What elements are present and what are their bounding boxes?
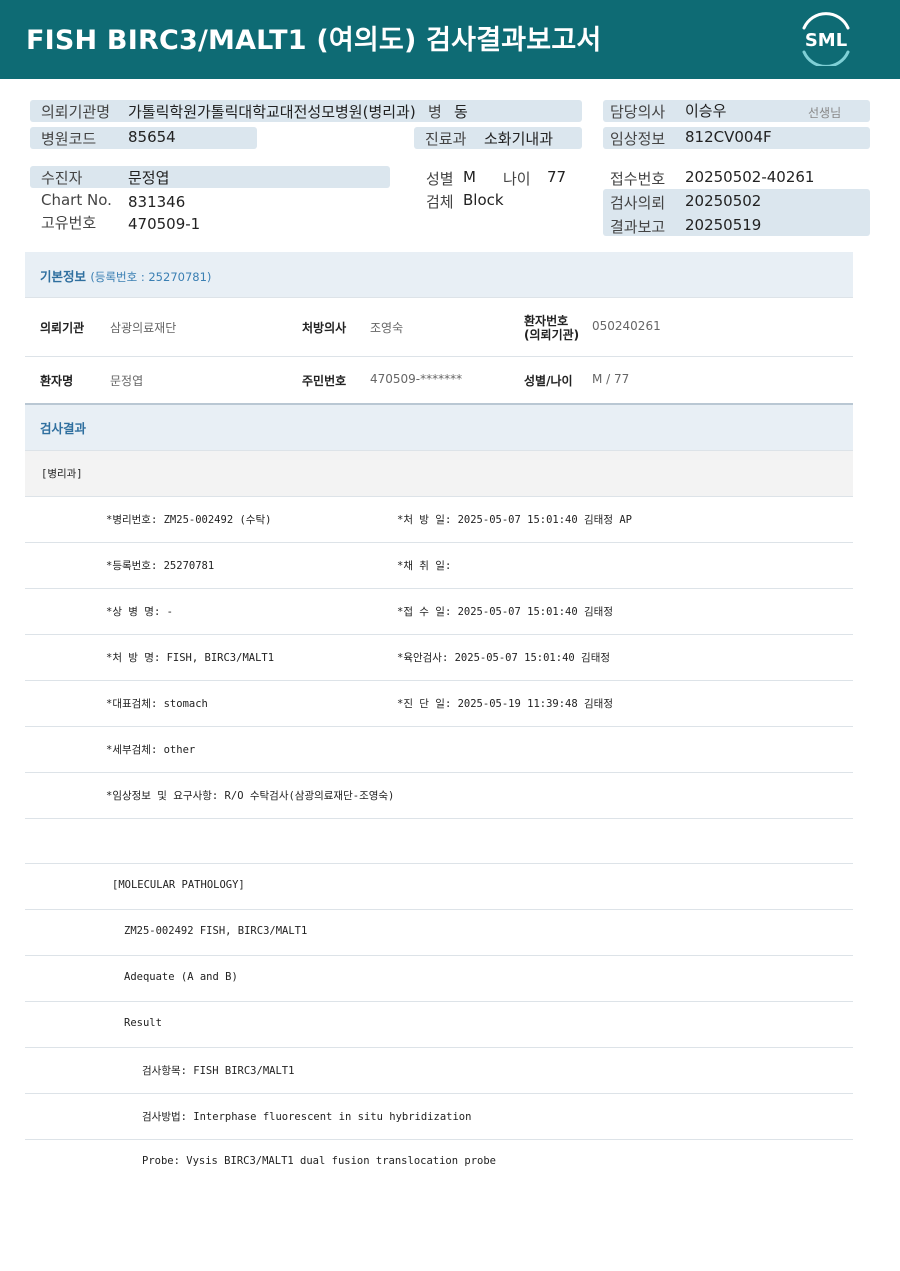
doctor-value: 이승우 xyxy=(685,102,727,120)
probe-info: Probe: Vysis BIRC3/MALT1 dual fusion tra… xyxy=(142,1155,497,1167)
sml-logo: SML xyxy=(802,12,850,66)
institution-label: 의뢰기관명 xyxy=(41,103,111,121)
result-row-right: *진 단 일: 2025-05-19 11:39:48 김태정 xyxy=(397,698,613,710)
unique-label: 고유번호 xyxy=(41,214,97,232)
molecular-title: [MOLECULAR PATHOLOGY] xyxy=(112,879,245,891)
adequacy: Adequate (A and B) xyxy=(124,971,238,983)
report-label: 결과보고 xyxy=(610,218,666,236)
result-row-right: *육안검사: 2025-05-07 15:01:40 김태정 xyxy=(397,652,611,664)
result-row-left: *임상정보 및 요구사항: R/O 수탁검사(삼광의료재단-조영숙) xyxy=(106,790,395,802)
clinical-value: 812CV004F xyxy=(685,128,772,146)
ward-label: 병 xyxy=(428,103,442,121)
resident-no-label: 주민번호 xyxy=(302,374,347,388)
doctor-suffix: 선생님 xyxy=(808,106,842,120)
report-value: 20250519 xyxy=(685,216,762,234)
chart-value: 831346 xyxy=(128,193,186,211)
test-item: 검사항목: FISH BIRC3/MALT1 xyxy=(142,1065,295,1077)
ward-value: 동 xyxy=(454,103,468,121)
result-row-right: *접 수 일: 2025-05-07 15:01:40 김태정 xyxy=(397,606,613,618)
result-row-left: *세부검체: other xyxy=(106,744,196,756)
specimen-value: Block xyxy=(463,191,504,209)
result-row-left: *등록번호: 25270781 xyxy=(106,560,215,572)
hospital-code-label: 병원코드 xyxy=(41,130,97,148)
basic-info-sub: (등록번호 : 25270781) xyxy=(90,270,212,284)
divider xyxy=(25,634,853,635)
patient-bar xyxy=(30,166,390,188)
test-method: 검사방법: Interphase fluorescent in situ hyb… xyxy=(142,1111,472,1123)
logo-text: SML xyxy=(805,30,847,51)
result-row-right: *처 방 일: 2025-05-07 15:01:40 김태정 AP xyxy=(397,514,632,526)
hospital-code-value: 85654 xyxy=(128,128,176,146)
dept-label: 진료과 xyxy=(425,130,467,148)
resident-no-value: 470509-******* xyxy=(370,372,463,386)
sex-value: M xyxy=(463,168,476,186)
divider xyxy=(25,909,853,910)
patient-label: 수진자 xyxy=(41,169,83,187)
patient-name-label: 환자명 xyxy=(40,374,74,388)
patient-value: 문정엽 xyxy=(128,169,170,187)
divider xyxy=(25,726,853,727)
prescriber-label: 처방의사 xyxy=(302,321,347,335)
request-value: 20250502 xyxy=(685,192,762,210)
report-title: FISH BIRC3/MALT1 (여의도) 검사결과보고서 xyxy=(26,25,602,56)
prescriber-value: 조영숙 xyxy=(370,321,404,335)
results-title: 검사결과 xyxy=(40,421,87,436)
requesting-org-value: 삼광의료재단 xyxy=(110,321,177,335)
result-row-left: *대표검체: stomach xyxy=(106,698,208,710)
receipt-value: 20250502-40261 xyxy=(685,168,815,186)
sex-age-label: 성별/나이 xyxy=(524,374,573,388)
dept-value: 소화기내과 xyxy=(484,130,554,148)
divider xyxy=(25,680,853,681)
dept-row: [병리과] xyxy=(25,451,853,497)
sex-age-value: M / 77 xyxy=(592,372,630,386)
institution-value: 가톨릭학원가톨릭대학교대전성모병원(병리과) xyxy=(128,103,416,121)
divider xyxy=(25,1047,853,1048)
divider xyxy=(25,542,853,543)
divider xyxy=(25,297,853,298)
result-row-right: *채 취 일: xyxy=(397,560,452,572)
patient-no-sublabel: (의뢰기관) xyxy=(524,328,580,342)
divider xyxy=(25,818,853,819)
dept-label: [병리과] xyxy=(41,468,83,480)
molecular-id: ZM25-002492 FISH, BIRC3/MALT1 xyxy=(124,925,308,937)
divider xyxy=(25,955,853,956)
clinical-label: 임상정보 xyxy=(610,130,666,148)
sex-label: 성별 xyxy=(426,170,454,188)
divider xyxy=(25,772,853,773)
receipt-label: 접수번호 xyxy=(610,170,666,188)
age-label: 나이 xyxy=(503,170,531,188)
results-header: 검사결과 xyxy=(25,405,853,450)
specimen-label: 검체 xyxy=(426,193,454,211)
patient-name-value: 문정엽 xyxy=(110,374,144,388)
divider xyxy=(25,1093,853,1094)
age-value: 77 xyxy=(547,168,567,186)
result-row-left: *병리번호: ZM25-002492 (수탁) xyxy=(106,514,272,526)
divider xyxy=(25,588,853,589)
chart-label: Chart No. xyxy=(41,191,112,209)
divider xyxy=(25,1001,853,1002)
unique-value: 470509-1 xyxy=(128,215,201,233)
patient-no-value: 050240261 xyxy=(592,319,661,333)
divider xyxy=(25,356,853,357)
report-header: FISH BIRC3/MALT1 (여의도) 검사결과보고서 SML xyxy=(0,0,900,79)
result-heading: Result xyxy=(124,1017,162,1029)
basic-info-title: 기본정보 xyxy=(40,269,87,284)
divider xyxy=(25,1139,853,1140)
result-row-left: *상 병 명: - xyxy=(106,606,173,618)
requesting-org-label: 의뢰기관 xyxy=(40,321,85,335)
doctor-label: 담당의사 xyxy=(610,103,666,121)
request-label: 검사의뢰 xyxy=(610,194,666,212)
result-row-left: *처 방 명: FISH, BIRC3/MALT1 xyxy=(106,652,275,664)
divider xyxy=(25,863,853,864)
divider xyxy=(25,496,853,497)
basic-info-header: 기본정보 (등록번호 : 25270781) xyxy=(25,252,853,297)
